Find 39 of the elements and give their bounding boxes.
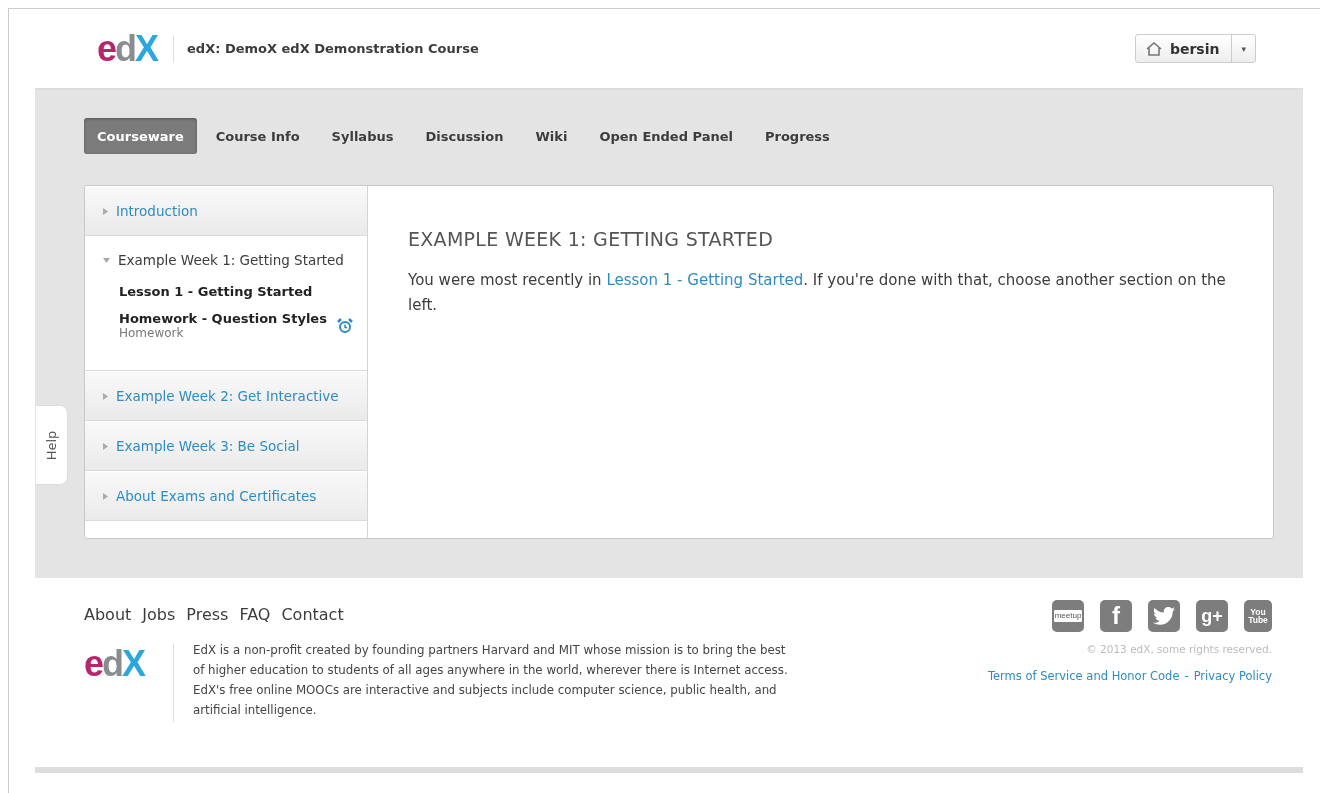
nav-tab[interactable]: Course Info bbox=[202, 118, 313, 154]
nav-tab[interactable]: Wiki bbox=[522, 118, 581, 154]
edx-logo[interactable]: edX bbox=[84, 643, 145, 684]
footer-link[interactable]: Jobs bbox=[142, 605, 176, 624]
footer-link[interactable]: FAQ bbox=[239, 605, 271, 624]
recent-lesson-text: You were most recently in Lesson 1 - Getting Started. If you're done with that, choose another section on the left. bbox=[408, 270, 1227, 316]
edx-logo[interactable]: edX bbox=[97, 30, 158, 67]
caret-right-icon bbox=[103, 492, 108, 500]
youtube-icon[interactable]: You Tube bbox=[1244, 600, 1272, 632]
twitter-icon[interactable] bbox=[1148, 600, 1180, 632]
home-icon bbox=[1145, 41, 1162, 56]
nav-tab[interactable]: Syllabus bbox=[318, 118, 407, 154]
lesson-link[interactable]: Lesson 1 - Getting Started bbox=[119, 284, 353, 299]
caret-right-icon bbox=[103, 207, 108, 215]
lesson-type: Homework bbox=[119, 326, 185, 340]
nav-tab[interactable]: Courseware bbox=[84, 118, 197, 154]
caret-down-icon bbox=[103, 257, 110, 263]
nav-tab[interactable]: Discussion bbox=[412, 118, 517, 154]
course-title: edX: DemoX edX Demonstration Course bbox=[187, 41, 479, 56]
help-tab[interactable]: Help bbox=[36, 405, 68, 485]
caret-right-icon bbox=[103, 442, 108, 450]
separator: - bbox=[1184, 669, 1189, 683]
about-text: EdX is a non-profit created by founding partners Harvard and MIT whose mission is to bring the best of higher education to students of all ages anywhere in the world, wherever there is Internet access. EdX's free online MOOCs are interactive and subjects include computer science, public health, and artificial intelligence. bbox=[193, 642, 789, 719]
nav-tab[interactable]: Progress bbox=[751, 118, 843, 154]
footer-link[interactable]: Contact bbox=[281, 605, 344, 624]
privacy-link[interactable]: Privacy Policy bbox=[1193, 669, 1272, 683]
lesson-link[interactable]: Homework - Question Styles bbox=[119, 311, 337, 326]
section-heading: EXAMPLE WEEK 1: GETTING STARTED bbox=[408, 228, 775, 250]
lesson-link[interactable]: Lesson 1 - Getting Started bbox=[606, 271, 804, 289]
footer-link[interactable]: Press bbox=[186, 605, 229, 624]
terms-link[interactable]: Terms of Service and Honor Code bbox=[987, 669, 1180, 683]
copyright-text: © 2013 edX, some rights reserved. bbox=[1086, 643, 1272, 655]
facebook-icon[interactable]: f bbox=[1100, 600, 1132, 632]
caret-right-icon bbox=[103, 392, 108, 400]
googleplus-icon[interactable]: g+ bbox=[1196, 600, 1228, 632]
meetup-icon[interactable]: meetup bbox=[1052, 600, 1084, 632]
footer-link[interactable]: About bbox=[84, 605, 132, 624]
nav-tab[interactable]: Open Ended Panel bbox=[586, 118, 746, 154]
user-menu-button[interactable]: bersin ▾ bbox=[1134, 34, 1256, 63]
